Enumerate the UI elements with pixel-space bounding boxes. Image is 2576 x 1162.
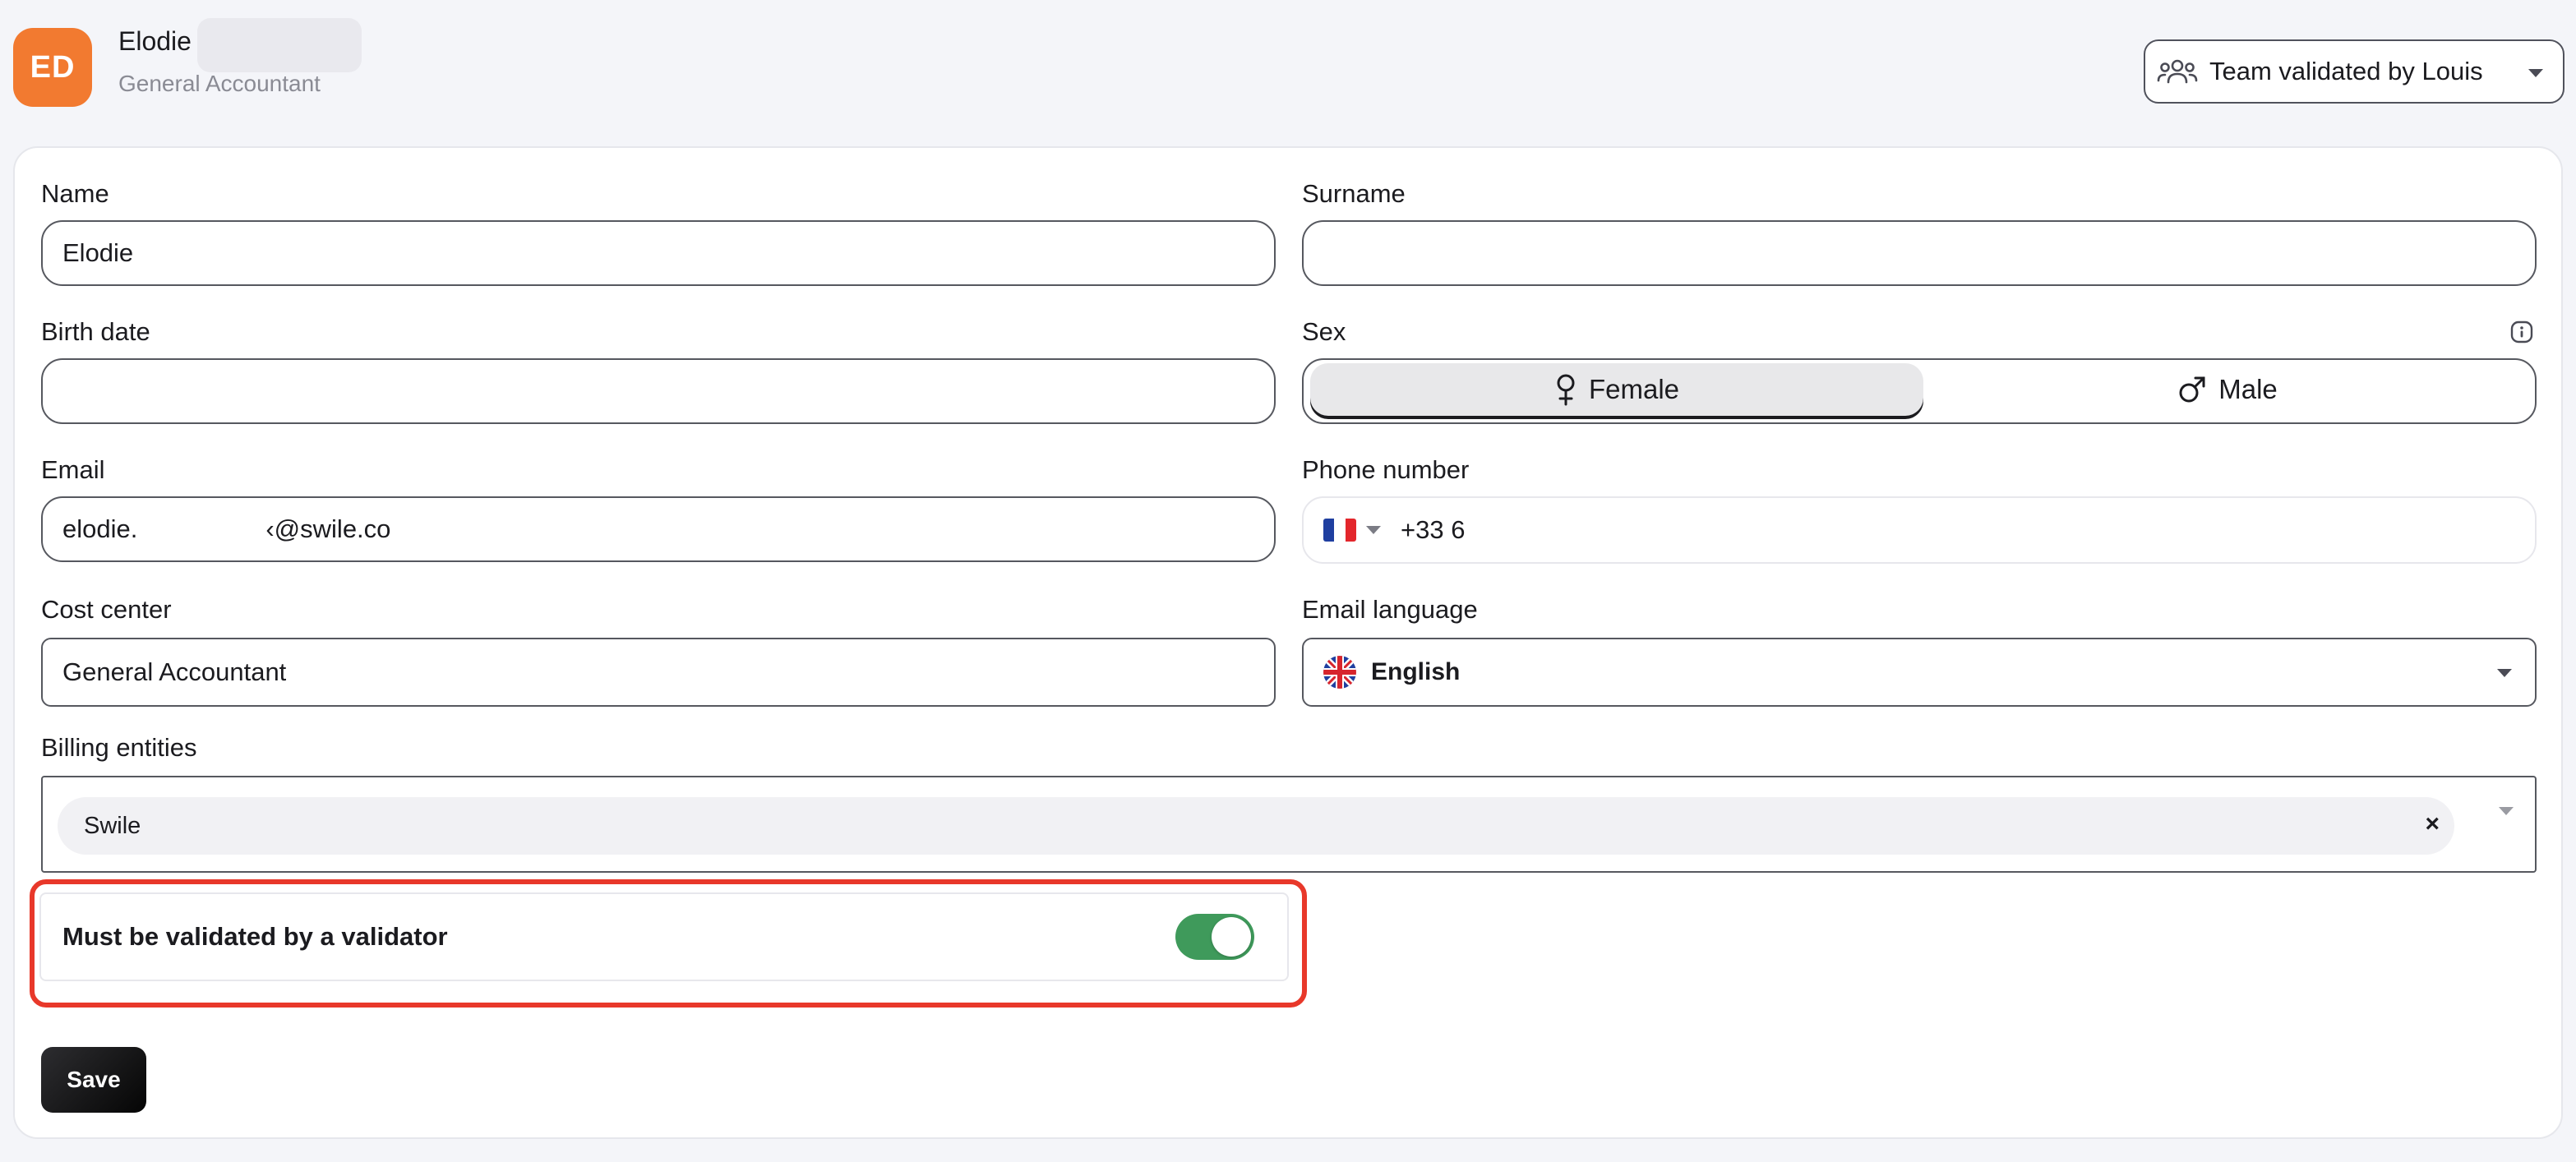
- billing-entities-select[interactable]: Swile ×: [41, 776, 2537, 873]
- sex-option-female[interactable]: Female: [1310, 363, 1923, 416]
- billing-entities-label: Billing entities: [41, 733, 197, 762]
- chevron-down-icon[interactable]: [2499, 807, 2514, 815]
- cost-center-input[interactable]: General Accountant: [41, 638, 1276, 707]
- birth-date-label: Birth date: [41, 317, 150, 346]
- birth-date-input[interactable]: [41, 358, 1276, 424]
- user-role: General Accountant: [118, 71, 321, 96]
- users-group-icon: [2157, 59, 2198, 84]
- billing-entity-chip: Swile ×: [58, 797, 2454, 855]
- sex-label: Sex: [1302, 317, 1346, 346]
- user-name: Elodie: [118, 26, 192, 56]
- email-label: Email: [41, 455, 105, 484]
- sex-option-male-label: Male: [2218, 374, 2278, 404]
- cost-center-label: Cost center: [41, 595, 172, 624]
- highlight-annotation: [30, 879, 1307, 1008]
- team-validator-select[interactable]: Team validated by Louis: [2144, 39, 2564, 104]
- chevron-down-icon: [2497, 669, 2512, 677]
- name-label: Name: [41, 179, 109, 208]
- save-button[interactable]: Save: [41, 1047, 146, 1113]
- france-flag-icon[interactable]: [1323, 519, 1356, 542]
- phone-input[interactable]: +33 6: [1302, 496, 2537, 564]
- billing-entity-chip-label: Swile: [84, 812, 141, 839]
- close-icon[interactable]: ×: [2425, 810, 2440, 838]
- chevron-down-icon: [2528, 69, 2543, 77]
- redacted-surname: [197, 18, 362, 72]
- phone-value: +33 6: [1401, 515, 1466, 544]
- email-input[interactable]: elodie. ‹@swile.co: [41, 496, 1276, 562]
- info-icon[interactable]: [2510, 320, 2533, 344]
- name-input[interactable]: Elodie: [41, 220, 1276, 286]
- chevron-down-icon[interactable]: [1366, 526, 1381, 534]
- avatar: ED: [13, 28, 92, 107]
- phone-label: Phone number: [1302, 455, 1470, 484]
- sex-option-male[interactable]: Male: [1923, 363, 2532, 416]
- email-value-suffix: ‹@swile.co: [265, 514, 391, 543]
- surname-label: Surname: [1302, 179, 1406, 208]
- email-language-select[interactable]: English: [1302, 638, 2537, 707]
- female-icon: [1557, 374, 1575, 406]
- uk-flag-icon: [1323, 656, 1356, 689]
- email-language-value: English: [1371, 658, 1461, 685]
- team-select-value: Team validated by Louis: [2209, 57, 2483, 85]
- surname-input[interactable]: [1302, 220, 2537, 286]
- email-value-prefix: elodie.: [62, 514, 138, 543]
- male-icon: [2179, 376, 2205, 403]
- sex-option-female-label: Female: [1588, 374, 1680, 404]
- email-language-label: Email language: [1302, 595, 1478, 624]
